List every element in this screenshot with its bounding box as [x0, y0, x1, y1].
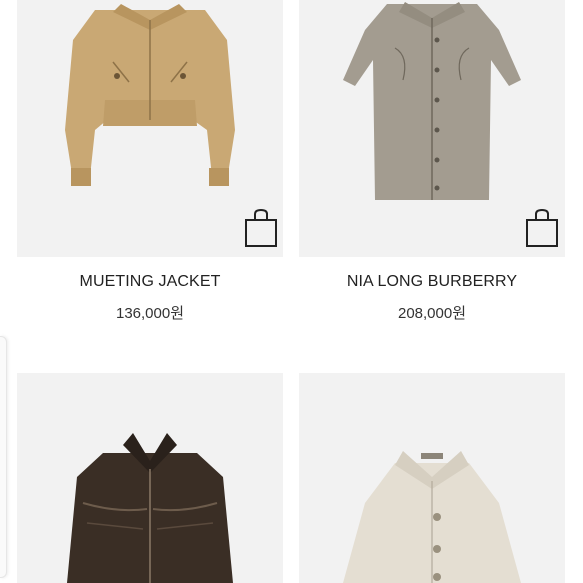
shopping-bag-icon[interactable] — [244, 208, 278, 248]
shopping-bag-icon[interactable] — [525, 208, 559, 248]
product-image-ivory-coat[interactable] — [299, 373, 565, 583]
product-card-ivory-coat[interactable] — [299, 373, 565, 583]
side-drawer-handle[interactable] — [0, 336, 7, 578]
product-image-leather-jacket[interactable] — [17, 373, 283, 583]
product-card-leather-jacket[interactable] — [17, 373, 283, 583]
product-card-mueting-jacket[interactable] — [17, 0, 283, 257]
product-name[interactable]: NIA LONG BURBERRY — [299, 273, 565, 291]
product-price: 136,000원 — [115, 305, 185, 322]
product-price: 208,000원 — [397, 305, 467, 322]
product-card-nia-long-burberry[interactable] — [299, 0, 565, 257]
product-name[interactable]: MUETING JACKET — [17, 273, 283, 291]
